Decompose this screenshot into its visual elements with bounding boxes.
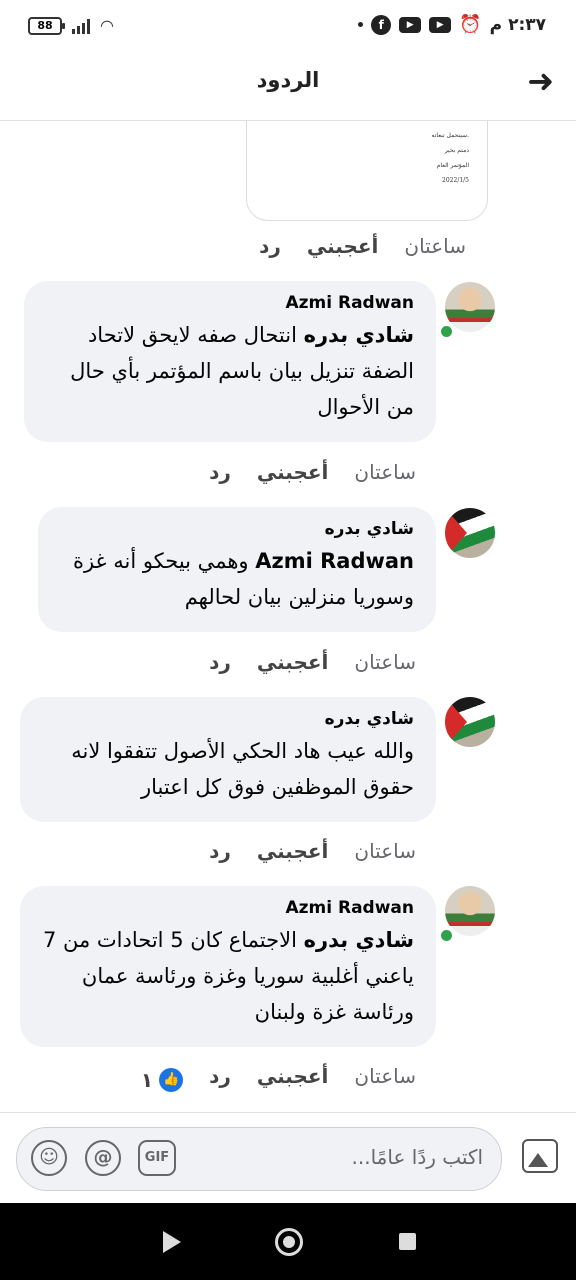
avatar[interactable]: [445, 886, 495, 936]
reply-button[interactable]: رد: [209, 650, 231, 674]
avatar[interactable]: [445, 697, 495, 747]
wifi-icon: ◠: [100, 16, 114, 35]
attachment-text: سيتحمل تبعاته. دمتم بخير المؤتمر العام 2…: [431, 132, 469, 184]
comment-bubble[interactable]: شادي بدره Azmi Radwan وهمي بيحكو أنه غزة…: [38, 507, 436, 632]
mention-tag[interactable]: شادي بدره: [304, 928, 414, 952]
thumbs-up-icon: 👍: [159, 1068, 184, 1092]
photo-icon[interactable]: [522, 1139, 558, 1173]
comment-time: ساعتان: [354, 650, 416, 674]
comment-time: ساعتان: [354, 839, 416, 863]
comment-author[interactable]: شادي بدره: [42, 709, 414, 729]
like-button[interactable]: أعجبني: [257, 650, 329, 674]
online-indicator: [439, 324, 454, 339]
comment-actions: ساعتان أعجبني رد 👍 ١: [141, 1064, 416, 1092]
nav-home-icon[interactable]: [275, 1228, 303, 1256]
comment-time: ساعتان: [354, 1064, 416, 1088]
back-arrow-icon[interactable]: ➜: [527, 62, 554, 100]
system-nav-bar: [0, 1203, 576, 1280]
comment-time: ساعتان: [354, 460, 416, 484]
comment-actions: ساعتان أعجبني رد: [209, 650, 416, 674]
reaction-summary[interactable]: 👍 ١: [140, 1068, 184, 1092]
emoji-icon[interactable]: ☺: [31, 1140, 67, 1176]
comment-bubble[interactable]: Azmi Radwan شادي بدره انتحال صفه لايحق ل…: [24, 281, 436, 442]
reply-composer: اكتب ردًا عامًا... ☺ @ GIF: [0, 1112, 576, 1203]
reply-button[interactable]: رد: [209, 460, 231, 484]
comment-author[interactable]: Azmi Radwan: [42, 898, 414, 918]
status-right: f ▶ ▶ ⏰ ٢:٣٧ م: [358, 14, 546, 35]
notification-dot-icon: [358, 22, 364, 27]
page-title: الردود: [256, 68, 320, 92]
image-attachment[interactable]: سيتحمل تبعاته. دمتم بخير المؤتمر العام 2…: [246, 121, 488, 221]
clock-time: ٢:٣٧ م: [489, 14, 546, 35]
avatar[interactable]: [445, 508, 495, 558]
online-indicator: [439, 928, 454, 943]
gif-icon[interactable]: GIF: [138, 1140, 176, 1176]
alarm-icon: ⏰: [459, 14, 482, 35]
youtube-icon: ▶: [429, 16, 452, 33]
reply-placeholder: اكتب ردًا عامًا...: [351, 1145, 484, 1169]
reaction-count: ١: [140, 1068, 154, 1092]
reply-button[interactable]: رد: [209, 1064, 231, 1088]
replies-list[interactable]: سيتحمل تبعاته. دمتم بخير المؤتمر العام 2…: [0, 121, 576, 1111]
comment-actions: ساعتان أعجبني رد: [209, 839, 416, 863]
comment-bubble[interactable]: شادي بدره والله عيب هاد الحكي الأصول تتف…: [20, 697, 436, 822]
mention-tag[interactable]: شادي بدره: [304, 323, 414, 347]
comment-author[interactable]: Azmi Radwan: [46, 293, 414, 313]
status-bar: 88 ◠ f ▶ ▶ ⏰ ٢:٣٧ م: [0, 0, 576, 56]
comment-author[interactable]: شادي بدره: [60, 519, 414, 539]
facebook-icon: f: [371, 14, 392, 35]
mention-icon[interactable]: @: [85, 1140, 121, 1176]
comment-text: شادي بدره انتحال صفه لايحق لاتحاد الضفة …: [70, 323, 414, 419]
avatar[interactable]: [445, 282, 495, 332]
signal-icon: [72, 18, 90, 34]
comment-text: والله عيب هاد الحكي الأصول تتفقوا لانه ح…: [71, 739, 414, 799]
comment-text: شادي بدره الاجتماع كان 5 اتحادات من 7 يا…: [42, 928, 414, 1024]
reply-input[interactable]: اكتب ردًا عامًا... ☺ @ GIF: [16, 1127, 502, 1191]
like-button[interactable]: أعجبني: [307, 234, 379, 258]
like-button[interactable]: أعجبني: [257, 460, 329, 484]
comment-time: ساعتان: [404, 234, 466, 258]
nav-recents-icon[interactable]: [399, 1233, 416, 1250]
comment-bubble[interactable]: Azmi Radwan شادي بدره الاجتماع كان 5 اتح…: [20, 886, 436, 1047]
comment-actions: ساعتان أعجبني رد: [259, 234, 466, 258]
youtube-icon: ▶: [399, 16, 422, 33]
app-header: الردود ➜: [0, 56, 576, 121]
battery-icon: 88: [28, 16, 65, 35]
mention-tag[interactable]: Azmi Radwan: [255, 549, 414, 573]
nav-back-icon[interactable]: [163, 1231, 181, 1253]
like-button[interactable]: أعجبني: [257, 1064, 329, 1088]
like-button[interactable]: أعجبني: [257, 839, 329, 863]
reply-button[interactable]: رد: [209, 839, 231, 863]
comment-actions: ساعتان أعجبني رد: [209, 460, 416, 484]
comment-text: Azmi Radwan وهمي بيحكو أنه غزة وسوريا من…: [72, 549, 414, 609]
status-left: 88 ◠: [28, 16, 114, 35]
reply-button[interactable]: رد: [259, 234, 281, 258]
